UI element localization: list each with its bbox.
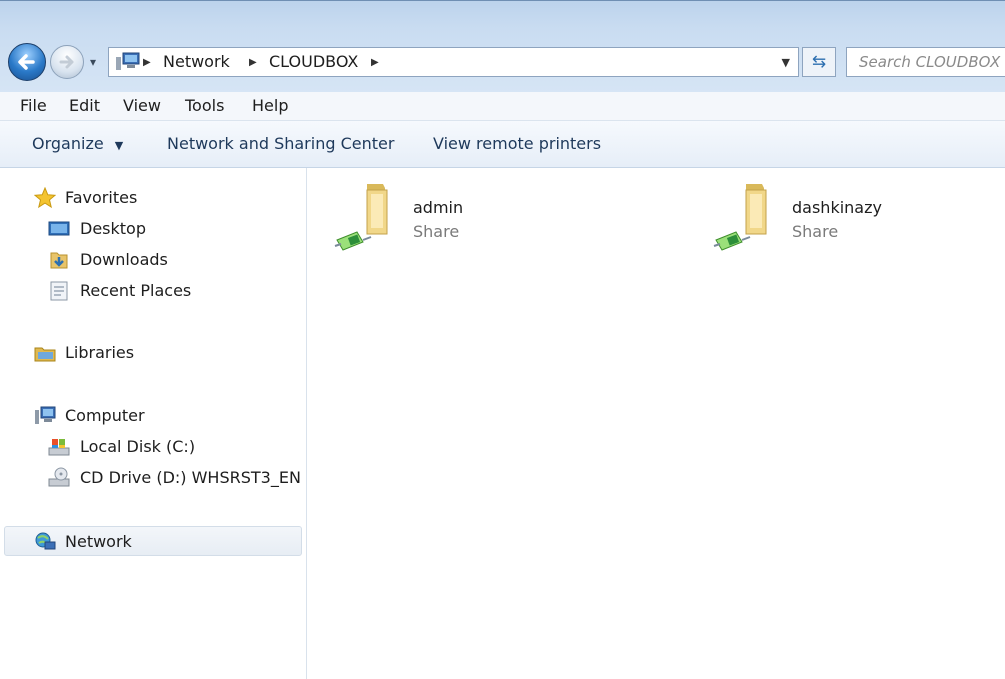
- sidebar-item-label: Downloads: [80, 250, 168, 269]
- star-icon: [34, 187, 56, 209]
- network-location-icon: [116, 52, 140, 70]
- back-arrow-icon: [18, 54, 35, 70]
- menu-view[interactable]: View: [123, 96, 161, 115]
- sidebar-item-label: CD Drive (D:) WHSRST3_EN: [80, 468, 301, 487]
- back-button[interactable]: [8, 43, 46, 81]
- command-bar: Organize ▼ Network and Sharing Center Vi…: [0, 121, 1005, 168]
- sidebar-item-label: Local Disk (C:): [80, 437, 196, 456]
- sidebar-item-label: Libraries: [65, 343, 135, 362]
- shared-folder-icon: [334, 184, 388, 251]
- share-item-dashkinazy[interactable]: dashkinazy Share: [712, 174, 1005, 254]
- computer-icon: [35, 406, 56, 424]
- recent-places-icon: [50, 281, 68, 301]
- organize-label: Organize: [32, 134, 104, 153]
- breadcrumb-separator-icon[interactable]: ▶: [249, 57, 257, 68]
- shared-folder-icon: [713, 184, 767, 251]
- breadcrumb-network[interactable]: Network: [163, 52, 230, 71]
- share-type: Share: [413, 222, 460, 241]
- menu-bar: File Edit View Tools Help: [0, 92, 1005, 121]
- menu-edit[interactable]: Edit: [69, 96, 100, 115]
- sidebar-item-label: Network: [65, 532, 132, 551]
- forward-arrow-icon: [59, 55, 74, 69]
- chevron-down-icon: ▼: [114, 139, 124, 152]
- organize-button[interactable]: Organize ▼: [32, 134, 123, 153]
- desktop-icon: [48, 221, 70, 236]
- forward-button[interactable]: [50, 45, 84, 79]
- sidebar-item-label: Desktop: [80, 219, 146, 238]
- sidebar-item-label: Computer: [65, 406, 145, 425]
- menu-tools[interactable]: Tools: [185, 96, 224, 115]
- title-bar: ▾ ▶ Network ▶ CLOUDBOX ▶ ▼ ⇆ Search CLOU…: [0, 0, 1005, 93]
- address-bar[interactable]: ▶ Network ▶ CLOUDBOX ▶ ▼: [108, 47, 799, 77]
- share-name: admin: [413, 198, 464, 217]
- downloads-icon: [50, 252, 68, 269]
- breadcrumb-separator-icon[interactable]: ▶: [143, 57, 151, 68]
- address-dropdown-icon[interactable]: ▼: [782, 56, 790, 69]
- sidebar-item-label: Recent Places: [80, 281, 192, 300]
- view-remote-printers-button[interactable]: View remote printers: [433, 134, 601, 153]
- share-item-admin[interactable]: admin Share: [333, 174, 633, 254]
- network-sharing-center-button[interactable]: Network and Sharing Center: [167, 134, 394, 153]
- share-name: dashkinazy: [792, 198, 882, 217]
- network-icon: [35, 532, 56, 550]
- breadcrumb-cloudbox[interactable]: CLOUDBOX: [269, 52, 358, 71]
- share-type: Share: [792, 222, 839, 241]
- file-list: admin Share dashkinazy Share: [307, 168, 1005, 679]
- local-disk-icon: [48, 439, 70, 456]
- menu-help[interactable]: Help: [252, 96, 288, 115]
- cd-drive-icon: [48, 467, 70, 487]
- libraries-icon: [34, 347, 56, 362]
- menu-file[interactable]: File: [20, 96, 47, 115]
- breadcrumb-separator-icon[interactable]: ▶: [371, 57, 379, 68]
- refresh-icon: ⇆: [811, 52, 827, 72]
- search-input[interactable]: Search CLOUDBOX: [846, 47, 1005, 77]
- refresh-button[interactable]: ⇆: [802, 47, 836, 77]
- sidebar-item-label: Favorites: [65, 188, 138, 207]
- navigation-pane: Favorites Desktop Downloads Recent Place…: [0, 168, 307, 679]
- recent-pages-dropdown[interactable]: ▾: [90, 55, 96, 69]
